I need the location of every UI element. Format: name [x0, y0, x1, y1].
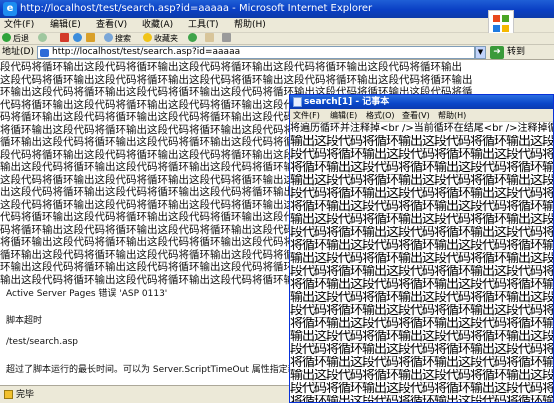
notepad-line: 输出这段代码将循环输出这段代码将循环输出这段代码将循环输出这段代 — [290, 135, 553, 148]
notepad-line: 段代码将循环输出这段代码将循环输出这段代码将循环输出这段代码将循 — [290, 265, 553, 278]
menu-edit[interactable]: 编辑(E) — [50, 19, 81, 32]
refresh-icon — [73, 33, 82, 42]
notepad-window: search[1] - 记事本 文件(F) 编辑(E) 格式(O) 查看(V) … — [289, 94, 554, 403]
notepad-line: 将循环输出这段代码将循环输出这段代码将循环输出这段代码将循环输出 — [290, 356, 553, 369]
notepad-line: 输出这段代码将循环输出这段代码将循环输出这段代码将循环输出这段代 — [290, 369, 553, 382]
ie-toolbar: 后退 搜索 收藏夹 — [0, 33, 554, 45]
notepad-line: 段代码将循环输出这段代码将循环输出这段代码将循环输出这段代码将循 — [290, 343, 553, 356]
notepad-line: 输出这段代码将循环输出这段代码将循环输出这段代码将循环输出这段代 — [290, 213, 553, 226]
favorites-star-icon — [143, 33, 152, 42]
notepad-menu-view[interactable]: 查看(V) — [402, 109, 430, 122]
notepad-text-area[interactable]: 将遍历循环并注释掉<br />当前循环在结尾<br />注释掉循环 输出这段代码… — [290, 122, 553, 402]
notepad-line: 段代码将循环输出这段代码将循环输出这段代码将循环输出这段代码将循 — [290, 304, 553, 317]
go-arrow-icon[interactable]: ➜ — [490, 46, 504, 59]
error-detail: 超过了脚本运行的最长时间。可以为 Server.ScriptTimeOut 属性… — [6, 365, 297, 375]
back-arrow-icon — [2, 33, 11, 42]
notepad-line: 段代码将循环输出这段代码将循环输出这段代码将循环输出这段代码将循 — [290, 382, 553, 395]
print-icon — [222, 33, 231, 42]
notepad-title-text: search[1] - 记事本 — [304, 97, 390, 107]
notepad-icon — [293, 97, 302, 107]
notepad-line: 将循环输出这段代码将循环输出这段代码将循环输出这段代码将循环输出 — [290, 395, 553, 402]
notepad-line: 输出这段代码将循环输出这段代码将循环输出这段代码将循环输出这段代 — [290, 291, 553, 304]
history-button[interactable] — [188, 33, 199, 45]
address-dropdown-button[interactable]: ▼ — [475, 46, 486, 59]
notepad-title-bar[interactable]: search[1] - 记事本 — [290, 95, 553, 109]
text-line: 段代码将循环输出这段代码将循环输出这段代码将循环输出这段代码将循环输出这段代码将… — [0, 61, 462, 73]
notepad-line: 输出这段代码将循环输出这段代码将循环输出这段代码将循环输出这段代 — [290, 330, 553, 343]
notepad-line: 输出这段代码将循环输出这段代码将循环输出这段代码将循环输出这段代 — [290, 174, 553, 187]
text-line: 这段代码将循环输出这段代码将循环输出这段代码将循环输出这段代码将循环输出这段代码… — [0, 73, 473, 86]
menu-view[interactable]: 查看(V) — [96, 19, 127, 32]
mail-button[interactable] — [205, 33, 216, 45]
ie-title-text: http://localhost/test/search.asp?id=aaaa… — [20, 3, 373, 14]
notepad-line: 段代码将循环输出这段代码将循环输出这段代码将循环输出这段代码将循 — [290, 226, 553, 239]
ie-menu-bar: 文件(F) 编辑(E) 查看(V) 收藏(A) 工具(T) 帮助(H) — [0, 18, 554, 33]
print-button[interactable] — [222, 33, 233, 45]
notepad-line: 将循环输出这段代码将循环输出这段代码将循环输出这段代码将循环输出 — [290, 239, 553, 252]
notepad-menu-format[interactable]: 格式(O) — [366, 109, 395, 122]
page-icon — [40, 49, 49, 57]
notepad-menu-edit[interactable]: 编辑(E) — [330, 109, 357, 122]
notepad-menu-file[interactable]: 文件(F) — [293, 109, 320, 122]
notepad-line: 段代码将循环输出这段代码将循环输出这段代码将循环输出这段代码将循 — [290, 148, 553, 161]
favorites-button[interactable]: 收藏夹 — [143, 33, 178, 45]
notepad-lines: 输出这段代码将循环输出这段代码将循环输出这段代码将循环输出这段代段代码将循环输出… — [290, 135, 553, 402]
go-button[interactable]: 转到 — [507, 47, 525, 58]
menu-tools[interactable]: 工具(T) — [188, 19, 219, 32]
search-icon — [104, 33, 113, 42]
ie-icon: e — [3, 2, 17, 16]
menu-help[interactable]: 帮助(H) — [234, 19, 266, 32]
error-message: 脚本超时 — [6, 316, 43, 326]
refresh-button[interactable] — [73, 33, 84, 45]
error-title: Active Server Pages 错误 'ASP 0113' — [6, 289, 168, 299]
notepad-line: 将循环输出这段代码将循环输出这段代码将循环输出这段代码将循环输出 — [290, 317, 553, 330]
back-button[interactable]: 后退 — [2, 33, 29, 45]
mail-icon — [205, 33, 214, 42]
menu-favorites[interactable]: 收藏(A) — [142, 19, 173, 32]
notepad-line: 将循环输出这段代码将循环输出这段代码将循环输出这段代码将循环输出 — [290, 161, 553, 174]
notepad-line: 将循环输出这段代码将循环输出这段代码将循环输出这段代码将循环输出 — [290, 278, 553, 291]
menu-file[interactable]: 文件(F) — [4, 19, 34, 32]
forward-button[interactable] — [38, 33, 49, 45]
notepad-first-line: 将遍历循环并注释掉<br />当前循环在结尾<br />注释掉循环 — [290, 123, 553, 134]
notepad-line: 输出这段代码将循环输出这段代码将循环输出这段代码将循环输出这段代 — [290, 252, 553, 265]
ie-title-bar[interactable]: http://localhost/test/search.asp?id=aaaa… — [0, 0, 554, 18]
stop-button[interactable] — [60, 33, 71, 45]
address-label: 地址(D) — [2, 47, 34, 57]
notepad-menu-help[interactable]: 帮助(H) — [438, 109, 466, 122]
history-icon — [188, 33, 197, 42]
notepad-menu-bar: 文件(F) 编辑(E) 格式(O) 查看(V) 帮助(H) — [290, 109, 553, 122]
status-text: 完毕 — [16, 390, 35, 400]
home-icon — [86, 33, 95, 42]
forward-arrow-icon — [38, 33, 47, 42]
notepad-line: 段代码将循环输出这段代码将循环输出这段代码将循环输出这段代码将循 — [290, 187, 553, 200]
notepad-line: 将循环输出这段代码将循环输出这段代码将循环输出这段代码将循环输出 — [290, 200, 553, 213]
page-done-icon — [4, 390, 13, 399]
error-path: /test/search.asp — [6, 337, 79, 347]
search-button[interactable]: 搜索 — [104, 33, 131, 45]
stop-icon — [60, 33, 69, 42]
address-bar: 地址(D) http://localhost/test/search.asp?i… — [0, 45, 554, 60]
home-button[interactable] — [86, 33, 97, 45]
address-input[interactable]: http://localhost/test/search.asp?id=aaaa… — [37, 46, 475, 59]
